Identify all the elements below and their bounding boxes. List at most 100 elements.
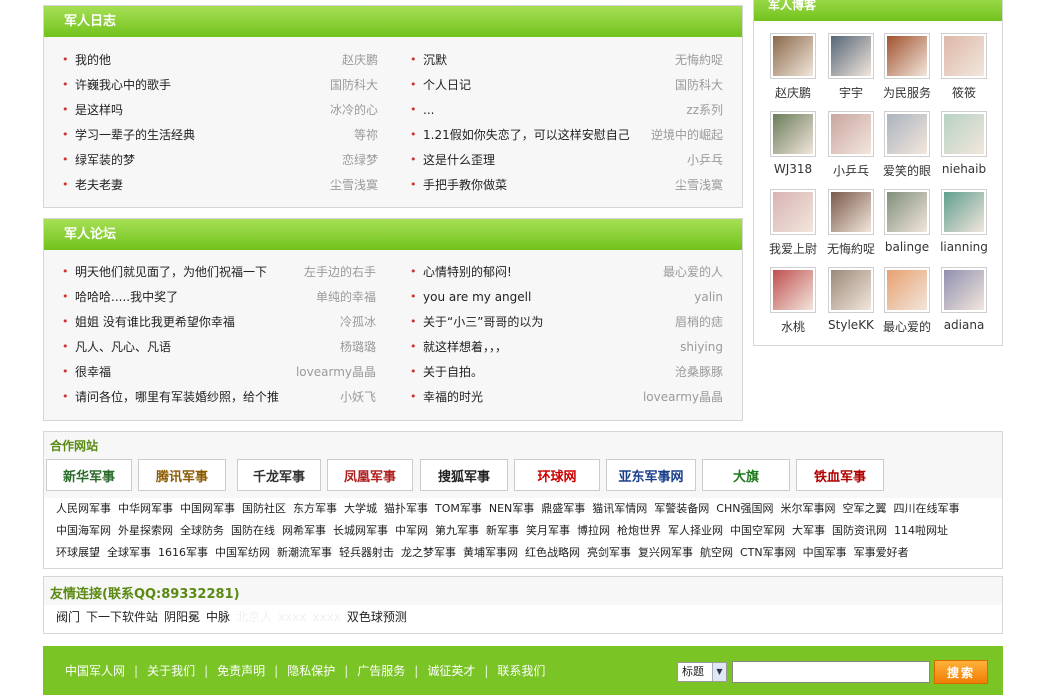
post-title-link[interactable]: 哈哈哈.....我中奖了	[75, 287, 178, 307]
partner-logo-link[interactable]: 亚东军事网	[606, 459, 696, 491]
post-author-link[interactable]: zz系列	[686, 100, 723, 120]
post-author-link[interactable]: 尘雪浅寞	[675, 175, 723, 195]
post-author-link[interactable]: 国防科大	[330, 75, 378, 95]
partner-text-link[interactable]: 空军之翼	[842, 502, 886, 515]
post-author-link[interactable]: 杨璐璐	[340, 337, 376, 357]
search-button[interactable]: 搜索	[934, 660, 988, 684]
footer-link[interactable]: 免责声明	[217, 664, 265, 678]
friend-link-faint[interactable]: xxxx	[312, 610, 340, 624]
post-author-link[interactable]: 最心爱的人	[663, 262, 723, 282]
blog-user-name[interactable]: niehaib	[932, 162, 996, 176]
blog-user-name[interactable]: lianning	[932, 240, 996, 254]
avatar[interactable]	[770, 267, 816, 313]
partner-logo-link[interactable]: 大旗	[702, 459, 790, 491]
avatar[interactable]	[770, 33, 816, 79]
avatar[interactable]	[941, 267, 987, 313]
avatar[interactable]	[828, 267, 874, 313]
post-title-link[interactable]: 很幸福	[75, 362, 111, 382]
blog-user-name[interactable]: 水桃	[761, 318, 825, 335]
post-author-link[interactable]: 恋绿梦	[342, 150, 378, 170]
avatar[interactable]	[884, 267, 930, 313]
post-title-link[interactable]: 就这样想着，，，	[423, 337, 507, 357]
partner-text-link[interactable]: 米尔军事网	[780, 502, 835, 515]
partner-text-link[interactable]: 航空网	[700, 546, 733, 559]
post-author-link[interactable]: 赵庆鹏	[342, 50, 378, 70]
partner-text-link[interactable]: 国防资讯网	[832, 524, 887, 537]
post-author-link[interactable]: 小乒乓	[687, 150, 723, 170]
post-title-link[interactable]: 老夫老妻	[75, 175, 123, 195]
blog-user[interactable]: 小乒乓	[819, 111, 883, 179]
blog-user[interactable]: 无悔約哫	[819, 189, 883, 257]
blog-user-name[interactable]: StyleKK	[819, 318, 883, 332]
blog-user[interactable]: 爱笑的眼	[875, 111, 939, 179]
partner-text-link[interactable]: 中国军纺网	[215, 546, 270, 559]
blog-user[interactable]: 我爱上尉	[761, 189, 825, 257]
avatar[interactable]	[770, 189, 816, 235]
partner-text-link[interactable]: 军人择业网	[668, 524, 723, 537]
partner-text-link[interactable]: 红色战略网	[525, 546, 580, 559]
blog-user[interactable]: balinge	[875, 189, 939, 254]
partner-text-link[interactable]: 四川在线军事	[893, 502, 959, 515]
partner-text-link[interactable]: 国防社区	[242, 502, 286, 515]
partner-text-link[interactable]: 中国海军网	[56, 524, 111, 537]
avatar[interactable]	[884, 189, 930, 235]
post-author-link[interactable]: 无悔約哫	[675, 50, 723, 70]
partner-text-link[interactable]: 东方军事	[293, 502, 337, 515]
footer-link[interactable]: 广告服务	[357, 664, 405, 678]
partner-text-link[interactable]: 中国军事	[803, 546, 847, 559]
partner-text-link[interactable]: NEN军事	[489, 502, 534, 515]
friend-link-faint[interactable]: xxxx	[278, 610, 306, 624]
friend-link-faint[interactable]: 北京人	[236, 610, 272, 624]
blog-user-name[interactable]: 爱笑的眼	[875, 162, 939, 179]
blog-user-name[interactable]: 我爱上尉	[761, 240, 825, 257]
post-author-link[interactable]: 冰冷的心	[330, 100, 378, 120]
blog-user-name[interactable]: balinge	[875, 240, 939, 254]
footer-link[interactable]: 中国军人网	[65, 664, 125, 678]
partner-text-link[interactable]: 博拉网	[577, 524, 610, 537]
blog-user[interactable]: adiana	[932, 267, 996, 332]
post-author-link[interactable]: 等祢	[354, 125, 378, 145]
partner-text-link[interactable]: 龙之梦军事	[401, 546, 456, 559]
partner-text-link[interactable]: 枪炮世界	[617, 524, 661, 537]
partner-text-link[interactable]: 鼎盛军事	[541, 502, 585, 515]
post-author-link[interactable]: 眉梢的痣	[675, 312, 723, 332]
blog-user-name[interactable]: 宇宇	[819, 84, 883, 101]
partner-logo-link[interactable]: 新华军事	[46, 459, 132, 491]
partner-text-link[interactable]: 中华网军事	[118, 502, 173, 515]
post-title-link[interactable]: 是这样吗	[75, 100, 123, 120]
blog-user-name[interactable]: 为民服务	[875, 84, 939, 101]
blog-user[interactable]: StyleKK	[819, 267, 883, 332]
friend-link[interactable]: 中脉	[206, 610, 230, 624]
blog-user[interactable]: 最心爱的	[875, 267, 939, 335]
partner-text-link[interactable]: 国防在线	[231, 524, 275, 537]
post-title-link[interactable]: 关于自拍。	[423, 362, 483, 382]
partner-text-link[interactable]: 第九军事	[435, 524, 479, 537]
post-title-link[interactable]: 1.21假如你失恋了，可以这样安慰自己	[423, 125, 630, 145]
partner-logo-link[interactable]: 环球网	[514, 459, 600, 491]
blog-user-name[interactable]: 小乒乓	[819, 162, 883, 179]
post-title-link[interactable]: you are my angell	[423, 287, 531, 307]
partner-text-link[interactable]: 大军事	[792, 524, 825, 537]
partner-text-link[interactable]: 复兴网军事	[638, 546, 693, 559]
partner-text-link[interactable]: 网希军事	[282, 524, 326, 537]
partner-text-link[interactable]: 大学城	[344, 502, 377, 515]
post-title-link[interactable]: 幸福的时光	[423, 387, 483, 407]
blog-user-name[interactable]: 无悔約哫	[819, 240, 883, 257]
post-title-link[interactable]: ...	[423, 100, 434, 120]
avatar[interactable]	[941, 111, 987, 157]
search-input[interactable]	[732, 661, 930, 683]
partner-text-link[interactable]: 中军网	[395, 524, 428, 537]
post-title-link[interactable]: 绿军装的梦	[75, 150, 135, 170]
avatar[interactable]	[828, 33, 874, 79]
blog-user[interactable]: 筱筱	[932, 33, 996, 101]
blog-user[interactable]: niehaib	[932, 111, 996, 176]
partner-logo-link[interactable]: 铁血军事	[796, 459, 884, 491]
avatar[interactable]	[884, 33, 930, 79]
partner-text-link[interactable]: 环球展望	[56, 546, 100, 559]
post-title-link[interactable]: 姐姐 没有谁比我更希望你幸福	[75, 312, 235, 332]
footer-link[interactable]: 诚征英才	[427, 664, 475, 678]
partner-text-link[interactable]: 黄埔军事网	[463, 546, 518, 559]
avatar[interactable]	[770, 111, 816, 157]
partner-logo-link[interactable]: 腾讯军事	[138, 459, 226, 491]
post-title-link[interactable]: 心情特别的郁闷!	[423, 262, 512, 282]
